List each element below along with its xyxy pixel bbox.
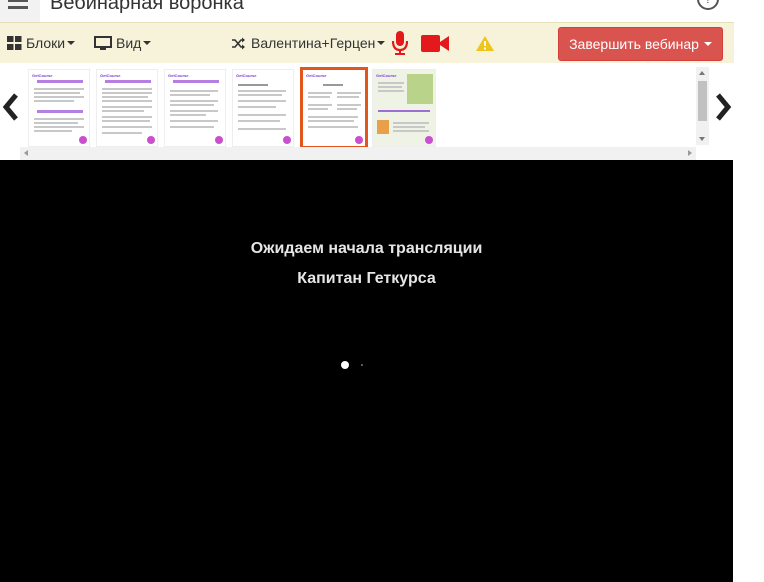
presenter-label: Валентина+Герцен [251,35,376,51]
camera-icon [421,34,449,52]
slide-thumbnail-2[interactable]: GetCourse [96,69,158,147]
help-icon[interactable]: ? [697,0,719,10]
slide-thumbnail-1[interactable]: GetCourse [28,69,90,147]
scroll-up-icon[interactable] [699,71,705,75]
thumbnails-horizontal-scrollbar[interactable] [20,147,696,160]
slide-brand: GetCourse [32,73,53,78]
presenter-dropdown[interactable]: Валентина+Герцен [231,23,386,63]
header: Вебинарная воронка ? [0,0,734,22]
webinar-toolbar: Блоки Вид Валентина+Герцен Завершить веб… [0,22,734,63]
slide-thumbnail-5-active[interactable]: GetCourse [300,67,368,149]
warning-icon [476,35,494,51]
view-label: Вид [116,35,142,51]
page-title: Вебинарная воронка [50,0,244,14]
microphone-icon [391,31,409,55]
slides-strip: GetCourse GetCourse GetCourse GetCourse … [0,63,734,160]
slide-thumbnail-3[interactable]: GetCourse [164,69,226,147]
slide-brand: GetCourse [376,73,397,78]
video-player[interactable]: Ожидаем начала трансляции Капитан Геткур… [0,160,733,582]
view-dropdown[interactable]: Вид [94,23,152,63]
loading-indicator [339,360,369,370]
menu-icon[interactable] [0,0,40,22]
chevron-down-icon [143,41,152,45]
chevron-down-icon [67,41,76,45]
slide-brand: GetCourse [236,73,257,78]
loading-dot [341,361,349,369]
finish-webinar-button[interactable]: Завершить вебинар [558,27,723,61]
chevron-left-icon[interactable] [0,85,22,129]
shuffle-icon [232,37,245,49]
presenter-name: Капитан Геткурса [297,270,436,287]
slide-brand: GetCourse [100,73,121,78]
camera-button[interactable] [421,23,450,63]
thumbnails-vertical-scrollbar[interactable] [696,67,709,145]
scroll-right-icon[interactable] [688,150,692,156]
chevron-down-icon [703,42,712,46]
microphone-button[interactable] [391,23,409,63]
chevron-down-icon [377,41,386,45]
blocks-dropdown[interactable]: Блоки [7,23,76,63]
chevron-right-icon[interactable] [712,85,734,129]
finish-webinar-label: Завершить вебинар [569,36,699,52]
blocks-icon [7,36,22,50]
slide-thumbnails: GetCourse GetCourse GetCourse GetCourse … [24,67,696,149]
slide-brand: GetCourse [306,73,327,78]
slide-thumbnail-4[interactable]: GetCourse [232,69,294,147]
scroll-down-icon[interactable] [699,137,705,141]
blocks-label: Блоки [26,35,66,51]
waiting-message: Ожидаем начала трансляции [250,240,483,257]
slide-brand: GetCourse [168,73,189,78]
monitor-icon [94,35,112,50]
scrollbar-thumb[interactable] [698,81,707,121]
loading-dot [361,364,363,366]
scroll-left-icon[interactable] [24,150,28,156]
warning-button[interactable] [475,23,495,63]
slide-thumbnail-6[interactable]: GetCourse [372,69,436,147]
